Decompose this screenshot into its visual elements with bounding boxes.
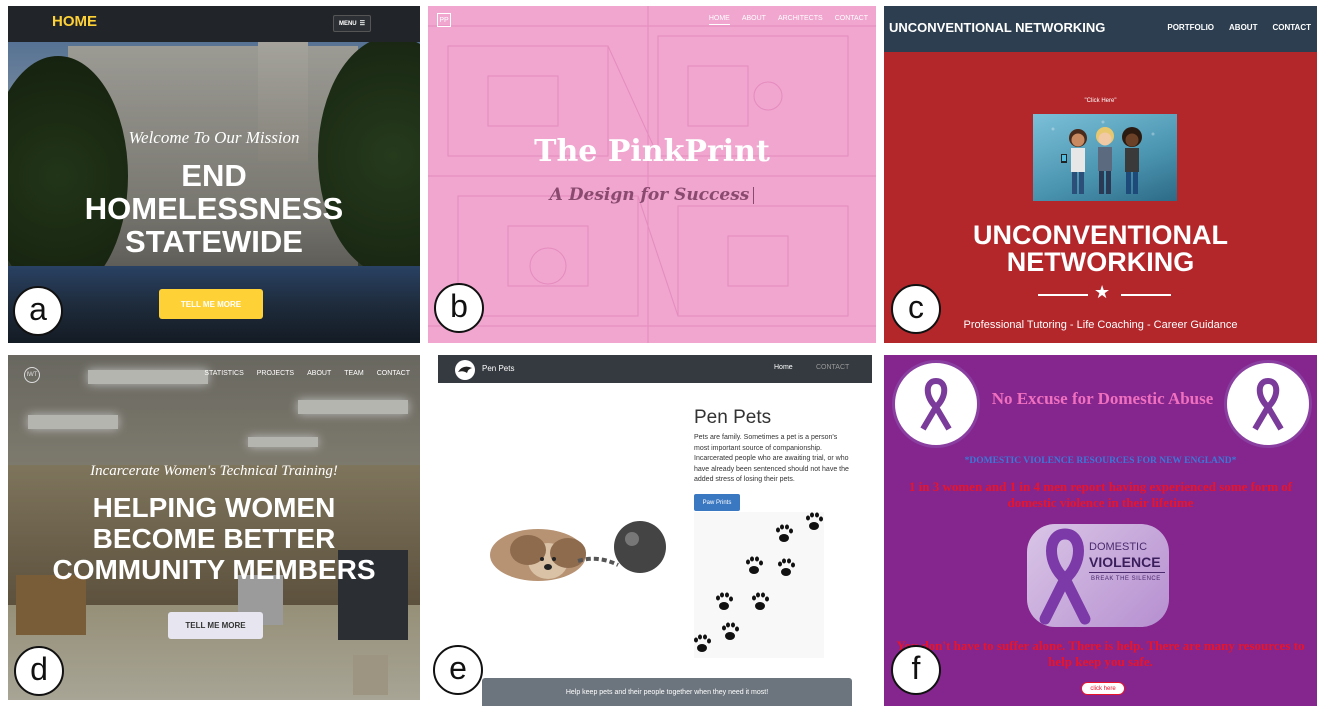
typing-cursor — [753, 187, 755, 204]
hero-subtitle: A Design for Success — [428, 185, 876, 205]
nav-team[interactable]: TEAM — [344, 370, 363, 377]
pen-pets-logo[interactable] — [455, 360, 475, 380]
paw-print-icon — [806, 512, 823, 530]
panel-womens-training-site: IWT STATISTICS PROJECTS ABOUT TEAM CONTA… — [8, 355, 420, 700]
hero-headline: UNCONVENTIONAL NETWORKING — [973, 220, 1228, 277]
navbar: UNCONVENTIONAL NETWORKING PORTFOLIO ABOU… — [884, 6, 1317, 52]
nav-about[interactable]: ABOUT — [307, 370, 331, 377]
panel-homelessness-site: HOME MENU ☰ Welcome To Our Mission END H… — [8, 6, 420, 343]
brand-home[interactable]: HOME — [52, 13, 97, 30]
iwt-logo[interactable]: IWT — [24, 367, 40, 383]
dog-ball-and-chain-image — [490, 521, 666, 581]
italic-title: Incarcerate Women's Technical Training! — [90, 463, 338, 479]
nav-contact[interactable]: CONTACT — [835, 15, 868, 25]
blueprint-background — [428, 6, 876, 343]
page-title: No Excuse for Domestic Abuse — [991, 389, 1214, 408]
heading: Pen Pets — [694, 407, 772, 428]
break-the-silence-seal — [892, 360, 980, 448]
brand[interactable]: UNCONVENTIONAL NETWORKING — [889, 20, 1105, 35]
nav-contact[interactable]: CONTACT — [1272, 23, 1311, 32]
hero-headline: END HOMELESSNESS STATEWIDE — [84, 158, 344, 259]
break-the-silence-seal — [1224, 360, 1312, 448]
nav-home[interactable]: Home — [774, 364, 793, 371]
paw-print-icon — [694, 634, 711, 652]
nav-statistics[interactable]: STATISTICS — [204, 370, 243, 377]
resources-heading: *DOMESTIC VIOLENCE RESOURCES FOR NEW ENG… — [964, 456, 1237, 466]
navbar: STATISTICS PROJECTS ABOUT TEAM CONTACT — [204, 370, 410, 377]
panel-pinkprint-site: PP HOME ABOUT ARCHITECTS CONTACT The Pin… — [428, 6, 876, 343]
navbar: HOME ABOUT ARCHITECTS CONTACT — [708, 15, 868, 25]
panel-label-b: b — [434, 283, 484, 333]
paw-prints-image — [694, 512, 824, 658]
paw-print-icon — [752, 592, 769, 610]
navbar: Pen Pets Home CONTACT — [438, 355, 872, 383]
nav-contact[interactable]: CONTACT — [816, 364, 849, 371]
hero-headline: HELPING WOMEN BECOME BETTER COMMUNITY ME… — [52, 492, 376, 585]
panel-domestic-abuse-site: No Excuse for Domestic Abuse *DOMESTIC V… — [884, 355, 1317, 706]
tagline: Professional Tutoring - Life Coaching - … — [963, 319, 1238, 331]
hero-title: The PinkPrint — [534, 134, 770, 169]
click-here-link[interactable]: "Click Here" — [884, 98, 1317, 104]
nav-home[interactable]: HOME — [708, 15, 730, 25]
nav-portfolio[interactable]: PORTFOLIO — [1167, 23, 1214, 32]
star-icon: ★ — [1094, 282, 1111, 303]
panel-pen-pets-site: Pen Pets Home CONTACT Pen Pets Pets are … — [438, 355, 872, 706]
statistic-text: 1 in 3 women and 1 in 4 men report havin… — [908, 479, 1293, 510]
ribbon-icon — [1039, 528, 1091, 625]
divider-line — [1038, 294, 1088, 296]
paw-print-icon — [746, 556, 763, 574]
panel-label-d: d — [14, 646, 64, 696]
welcome-text: Welcome To Our Mission — [128, 128, 300, 147]
click-here-button[interactable]: click here — [1081, 682, 1125, 695]
navbar: HOME MENU ☰ — [8, 6, 420, 42]
panel-networking-site: UNCONVENTIONAL NETWORKING PORTFOLIO ABOU… — [884, 6, 1317, 343]
panel-label-a: a — [13, 286, 63, 336]
help-text: You don't have to suffer alone. There is… — [896, 638, 1305, 669]
nav-about[interactable]: ABOUT — [742, 15, 766, 25]
body-text: Pets are family. Sometimes a pet is a pe… — [694, 434, 849, 483]
menu-button[interactable]: MENU ☰ — [333, 15, 371, 32]
brand[interactable]: Pen Pets — [482, 364, 514, 373]
panel-label-e: e — [433, 645, 483, 695]
nav-contact[interactable]: CONTACT — [377, 370, 410, 377]
divider-line — [1121, 294, 1171, 296]
paw-print-icon — [776, 524, 793, 542]
tell-me-more-button[interactable]: TELL ME MORE — [159, 289, 263, 319]
nav-projects[interactable]: PROJECTS — [257, 370, 294, 377]
panel-label-c: c — [891, 284, 941, 334]
paw-prints-button[interactable]: Paw Prints — [694, 494, 740, 511]
paw-print-icon — [716, 592, 733, 610]
panel-label-f: f — [891, 645, 941, 695]
pinkprint-logo[interactable]: PP — [437, 13, 451, 27]
paw-print-icon — [722, 622, 739, 640]
tell-me-more-button[interactable]: TELL ME MORE — [168, 612, 263, 639]
domestic-violence-badge: DOMESTIC VIOLENCE BREAK THE SILENCE — [1027, 524, 1169, 627]
nav-architects[interactable]: ARCHITECTS — [778, 15, 823, 25]
hamburger-icon: ☰ — [359, 21, 366, 27]
footer-banner: Help keep pets and their people together… — [482, 678, 852, 706]
nav-about[interactable]: ABOUT — [1229, 23, 1257, 32]
paw-print-icon — [778, 558, 795, 576]
cartoon-avatars-image[interactable] — [1033, 114, 1177, 201]
